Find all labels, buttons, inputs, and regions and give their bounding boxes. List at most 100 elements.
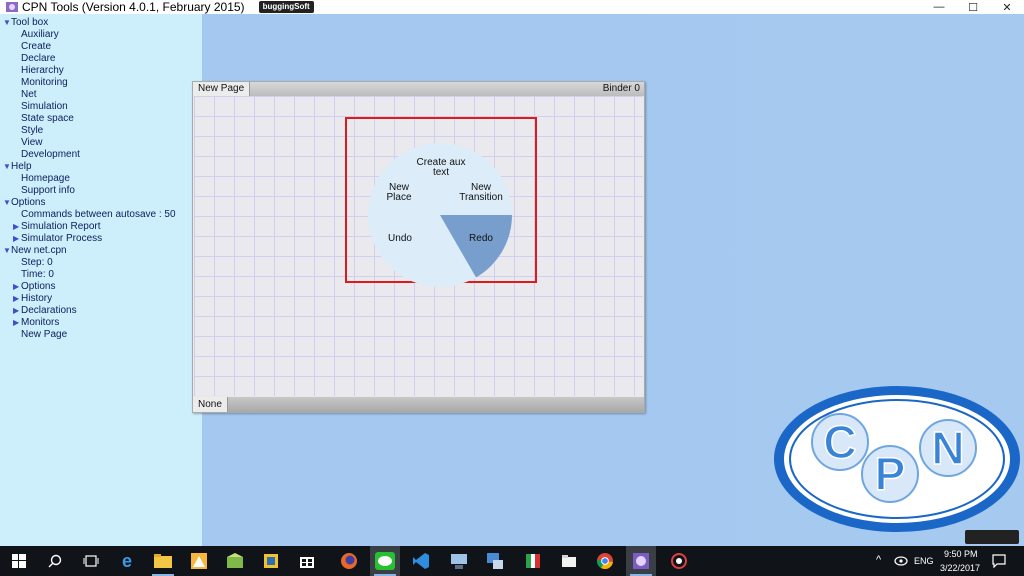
minimize-button[interactable]: — <box>922 0 956 14</box>
cpn-logo-icon: C P N <box>774 386 1020 532</box>
taskbar-chrome[interactable] <box>590 546 620 576</box>
close-button[interactable]: ✕ <box>990 0 1024 14</box>
tree-item-label: Net <box>21 89 37 100</box>
maximize-button[interactable]: ☐ <box>956 0 990 14</box>
taskbar-edge[interactable]: e <box>112 546 142 576</box>
tree-item-simulation[interactable]: Simulation <box>3 101 176 113</box>
taskbar-store[interactable] <box>292 546 322 576</box>
tree-item-label: Declarations <box>21 305 77 316</box>
tree-item-options[interactable]: ▼Options <box>3 197 176 209</box>
expanded-arrow-icon[interactable]: ▼ <box>3 161 11 173</box>
tree-item-label: Step: 0 <box>21 257 53 268</box>
tree-item-development[interactable]: Development <box>3 149 176 161</box>
binder-label: Binder 0 <box>602 83 640 94</box>
tab-new-page[interactable]: New Page <box>193 82 251 96</box>
yellow-app-icon <box>264 554 278 568</box>
collapsed-arrow-icon[interactable]: ▶ <box>13 233 21 245</box>
taskbar-app-yellow[interactable] <box>256 546 286 576</box>
tree-item-simulator-process[interactable]: ▶ Simulator Process <box>3 233 176 245</box>
pie-item-create-aux-text[interactable]: Create aux text <box>410 158 472 178</box>
tab-none[interactable]: None <box>193 397 228 412</box>
collapsed-arrow-icon[interactable]: ▶ <box>13 293 21 305</box>
tree-item-label: Declare <box>21 53 56 64</box>
tree-item-state-space[interactable]: State space <box>3 113 176 125</box>
tree-item-new-net-cpn[interactable]: ▼New net.cpn <box>3 245 176 257</box>
tree-item-label: History <box>21 293 53 304</box>
tree-item-monitoring[interactable]: Monitoring <box>3 77 176 89</box>
pie-item-redo[interactable]: Redo <box>465 234 497 244</box>
task-view-button[interactable] <box>76 546 106 576</box>
tree-item-auxiliary[interactable]: Auxiliary <box>3 29 176 41</box>
collapsed-arrow-icon[interactable]: ▶ <box>13 317 21 329</box>
flag-app-icon <box>526 554 540 568</box>
search-button[interactable] <box>40 546 70 576</box>
windows-logo-icon <box>12 554 26 568</box>
tree-item-time-0[interactable]: Time: 0 <box>3 269 176 281</box>
taskbar-computer-app[interactable] <box>480 546 510 576</box>
tree-item-style[interactable]: Style <box>3 125 176 137</box>
tree-item-view[interactable]: View <box>3 137 176 149</box>
taskbar-network-app[interactable] <box>444 546 474 576</box>
expanded-arrow-icon[interactable]: ▼ <box>3 197 11 209</box>
taskbar-file-explorer[interactable] <box>148 546 178 576</box>
store-icon <box>300 557 314 568</box>
clock-date[interactable]: 3/22/2017 <box>940 563 980 573</box>
network-icon[interactable] <box>894 556 908 566</box>
cpn-app-icon <box>6 2 18 12</box>
taskbar-visual-studio[interactable] <box>406 546 436 576</box>
tree-item-declarations[interactable]: ▶ Declarations <box>3 305 176 317</box>
tree-item-help[interactable]: ▼Help <box>3 161 176 173</box>
tree-item-hierarchy[interactable]: Hierarchy <box>3 65 176 77</box>
tree-item-support-info[interactable]: Support info <box>3 185 176 197</box>
taskbar-document-app[interactable] <box>554 546 584 576</box>
tray-chevron-up-icon[interactable]: ^ <box>876 554 881 566</box>
tree-item-declare[interactable]: Declare <box>3 53 176 65</box>
tree-item-label: Style <box>21 125 44 136</box>
chrome-icon <box>596 553 613 570</box>
tree-item-options[interactable]: ▶ Options <box>3 281 176 293</box>
collapsed-arrow-icon[interactable]: ▶ <box>13 221 21 233</box>
windows-start-button[interactable] <box>4 546 34 576</box>
taskbar-app-green[interactable] <box>220 546 250 576</box>
tree-item-commands-between-autosave-50[interactable]: Commands between autosave : 50 <box>3 209 176 221</box>
clock-time[interactable]: 9:50 PM <box>944 549 978 559</box>
language-indicator[interactable]: ENG <box>914 556 934 566</box>
tree-item-create[interactable]: Create <box>3 41 176 53</box>
tree-item-label: Tool box <box>11 17 49 28</box>
index-tree: ▼Tool box Auxiliary Create Declare Hierarchy… <box>3 17 176 341</box>
computer-app-icon <box>487 553 503 569</box>
expanded-arrow-icon[interactable]: ▼ <box>3 245 11 257</box>
taskbar-red-app[interactable] <box>664 546 694 576</box>
tree-item-label: Auxiliary <box>21 29 59 40</box>
notification-icon[interactable] <box>992 554 1006 568</box>
pie-item-new-place[interactable]: New Place <box>383 183 415 203</box>
taskbar-cpn-tools[interactable] <box>626 546 656 576</box>
tree-item-net[interactable]: Net <box>3 89 176 101</box>
collapsed-arrow-icon[interactable]: ▶ <box>13 281 21 293</box>
pie-item-undo[interactable]: Undo <box>385 234 415 244</box>
tree-item-label: Time: 0 <box>21 269 54 280</box>
taskbar-flag-app[interactable] <box>518 546 548 576</box>
tree-item-simulation-report[interactable]: ▶ Simulation Report <box>3 221 176 233</box>
taskbar-line[interactable] <box>370 546 400 576</box>
tree-item-label: Monitors <box>21 317 60 328</box>
task-view-icon <box>83 555 99 567</box>
tree-item-label: New net.cpn <box>11 245 67 256</box>
expanded-arrow-icon[interactable]: ▼ <box>3 17 11 29</box>
buggingsoft-logo: buggingSoft <box>258 1 314 13</box>
tree-item-label: Simulation Report <box>21 221 101 232</box>
tree-item-label: Simulation <box>21 101 68 112</box>
tree-item-history[interactable]: ▶ History <box>3 293 176 305</box>
tree-item-new-page[interactable]: New Page <box>3 329 176 341</box>
pie-item-new-transition[interactable]: New Transition <box>453 183 509 203</box>
tree-item-tool-box[interactable]: ▼Tool box <box>3 17 176 29</box>
taskbar-alert-app[interactable] <box>184 546 214 576</box>
title-bar: CPN Tools (Version 4.0.1, February 2015)… <box>0 0 1024 14</box>
tree-item-label: State space <box>21 113 74 124</box>
tree-item-homepage[interactable]: Homepage <box>3 173 176 185</box>
tree-item-step-0[interactable]: Step: 0 <box>3 257 176 269</box>
tree-item-monitors[interactable]: ▶ Monitors <box>3 317 176 329</box>
taskbar-firefox[interactable] <box>334 546 364 576</box>
collapsed-arrow-icon[interactable]: ▶ <box>13 305 21 317</box>
cpn-tools-icon <box>633 553 649 569</box>
